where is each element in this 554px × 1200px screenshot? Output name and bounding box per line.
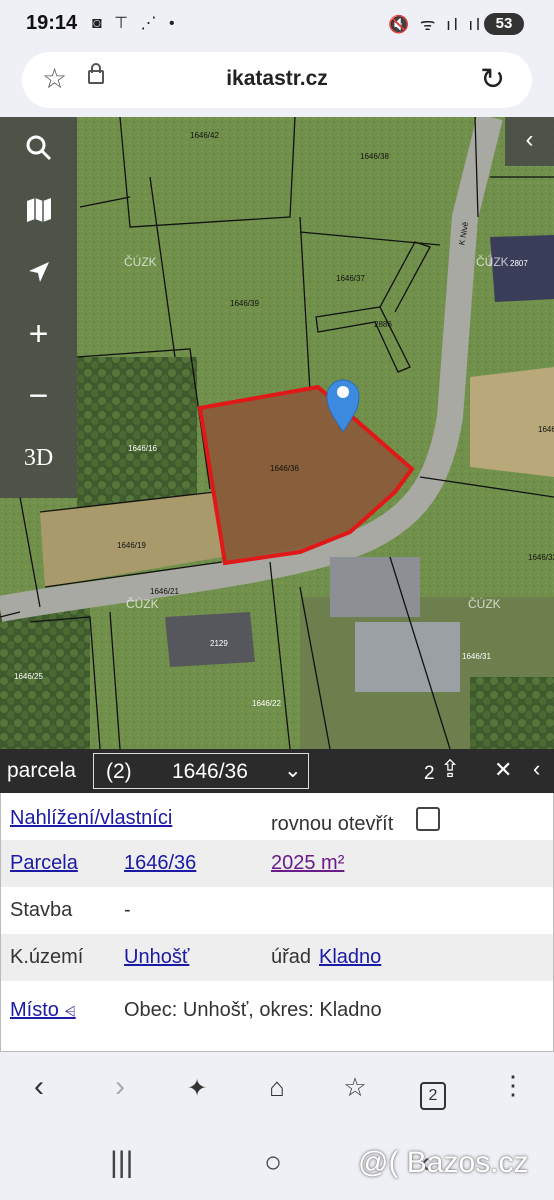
battery-badge: 53 (484, 13, 524, 35)
parcel-info-table: Nahlížení/vlastníci rovnou otevřít Parce… (0, 793, 554, 1052)
collapse-panel-chevron-icon[interactable]: ‹ (505, 117, 554, 166)
bookmarks-star-icon[interactable]: ☆ (330, 1072, 380, 1103)
chevron-down-icon: ⌄ (284, 759, 302, 782)
back-chevron-icon[interactable]: ‹ (533, 756, 540, 782)
parcel-number-link[interactable]: 1646/36 (124, 852, 196, 875)
map-label: 1646/34 (538, 425, 554, 434)
url-text[interactable]: ikatastr.cz (22, 67, 532, 91)
map-label: 1646/19 (117, 541, 146, 550)
table-row: K.území Unhošť úřad Kladno (1, 934, 553, 981)
parcel-header: parcela (2) 1646/36 ⌄ 2 ⇪ ✕ ‹ (0, 749, 554, 793)
stavba-label: Stavba (10, 899, 73, 921)
share-icon[interactable]: ⇪ (440, 755, 460, 784)
watermark-label: ČÚZK (476, 255, 509, 269)
parcel-number: 1646/36 (172, 760, 248, 783)
urad-link[interactable]: Kladno (319, 946, 381, 969)
notification-icons: ◙ ⊤ ⋰ • (92, 15, 179, 32)
watermark-label: ČÚZK (468, 597, 501, 611)
share-count: 2 (424, 763, 435, 784)
signal-icons: 🔇 ᯤ ıl ıl (388, 15, 483, 34)
map-label: 1646/36 (270, 464, 299, 473)
map-label: 2807 (510, 259, 528, 268)
zoom-out-icon[interactable]: − (0, 365, 77, 427)
stavba-value: - (124, 899, 131, 921)
map-label: 1646/42 (190, 131, 219, 140)
watermark-label: ČÚZK (124, 255, 157, 269)
open-directly-label: rovnou otevřít (271, 813, 394, 835)
3d-button[interactable]: 3D (0, 427, 77, 489)
parcel-header-label: parcela (7, 759, 76, 782)
parcel-select[interactable]: (2) 1646/36 ⌄ (93, 753, 309, 789)
watermark-label: ČÚZK (126, 597, 159, 611)
close-icon[interactable]: ✕ (494, 757, 512, 783)
table-row: Místo ⩤ Obec: Unhošť, okres: Kladno (1, 987, 553, 1051)
misto-label: Místo (10, 999, 59, 1021)
map-label: 2886 (374, 320, 392, 329)
map-label: 1646/16 (128, 444, 157, 453)
home-icon[interactable]: ⌂ (252, 1072, 302, 1103)
map-label: 2129 (210, 639, 228, 648)
table-row: Parcela 1646/36 2025 m² (1, 840, 553, 887)
table-row: Nahlížení/vlastníci rovnou otevřít (1, 793, 553, 840)
tabs-icon[interactable]: 2 (408, 1074, 458, 1110)
map-icon[interactable] (0, 179, 77, 241)
area-link[interactable]: 2025 m² (271, 852, 344, 875)
nahlizeni-link[interactable]: Nahlížení/vlastníci (10, 807, 172, 830)
parcel-count: (2) (106, 760, 132, 783)
misto-link[interactable]: Místo ⩤ (10, 999, 76, 1022)
bazos-watermark: @( Bazos.cz (358, 1146, 529, 1179)
open-directly-checkbox[interactable] (416, 807, 440, 831)
map-label: 1646/25 (14, 672, 43, 681)
map-view[interactable]: 1646/42 1646/38 1646/37 2886 1646/39 164… (0, 117, 554, 749)
recents-icon[interactable]: ||| (110, 1146, 133, 1180)
map-toolbar: + − 3D (0, 117, 77, 498)
kuzemi-link[interactable]: Unhošť (124, 946, 189, 969)
zoom-in-icon[interactable]: + (0, 303, 77, 365)
kuzemi-label: K.území (10, 946, 84, 968)
tabs-count: 2 (420, 1082, 446, 1110)
table-row: Stavba - (1, 887, 553, 934)
status-time: 19:14 (26, 12, 78, 34)
status-bar: 19:14 ◙ ⊤ ⋰ • 🔇 ᯤ ıl ıl 53 (0, 0, 554, 50)
more-menu-icon[interactable]: ⋮ (488, 1070, 538, 1101)
parcela-link[interactable]: Parcela (10, 852, 78, 875)
home-circle-icon[interactable]: ○ (264, 1146, 282, 1180)
locate-icon[interactable] (0, 241, 77, 303)
map-label: 1646/37 (336, 274, 365, 283)
search-icon[interactable] (0, 117, 77, 179)
forward-icon[interactable]: › (95, 1070, 145, 1104)
map-label: 1646/31 (462, 652, 491, 661)
url-bar[interactable]: ☆ ikatastr.cz ↻ (22, 52, 532, 108)
reload-icon[interactable]: ↻ (480, 62, 505, 97)
map-label: 1646/22 (252, 699, 281, 708)
urad-label: úřad (271, 946, 312, 968)
map-label: 1646/38 (360, 152, 389, 161)
browser-bottom-nav: ‹ › ✦ ⌂ ☆ 2 ⋮ (0, 1052, 554, 1132)
map-label: 1646/21 (150, 587, 179, 596)
map-label: 1646/32 (528, 553, 554, 562)
pin-icon: ⩤ (64, 1003, 76, 1019)
sparkle-icon[interactable]: ✦ (172, 1074, 222, 1103)
back-icon[interactable]: ‹ (14, 1070, 64, 1104)
map-label: 1646/39 (230, 299, 259, 308)
misto-value: Obec: Unhošť, okres: Kladno (124, 999, 382, 1021)
